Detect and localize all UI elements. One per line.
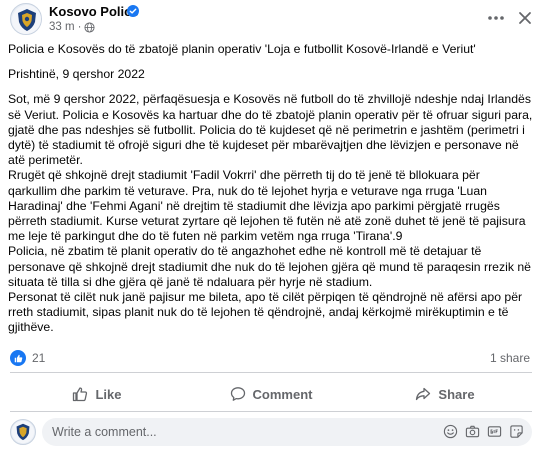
thumbs-up-icon [14,354,22,362]
share-label: Share [438,386,475,402]
post-time[interactable]: 33 m [49,21,75,33]
reactions[interactable]: 21 [10,350,45,366]
page-avatar[interactable] [10,3,42,35]
action-bar: Like Comment Share [10,379,532,409]
post-meta: 33 m · [49,21,95,33]
camera-icon[interactable] [465,424,480,439]
thumbs-up-outline-icon [73,387,88,402]
comment-placeholder: Write a comment... [52,425,157,439]
police-logo-icon [11,420,35,444]
post-header: Kosovo Police 33 m · [0,0,542,40]
police-logo-icon [12,5,41,34]
like-reaction-icon [10,350,26,366]
globe-icon [84,21,95,33]
meta-separator: · [77,21,82,33]
page-name[interactable]: Kosovo Police [49,4,139,19]
comment-tools [443,424,524,439]
post-dateline: Prishtinë, 9 qershor 2022 [8,67,145,82]
divider [10,372,532,373]
comment-label: Comment [252,386,313,402]
post-text: Policia e Kosovës do të zbatojë planin o… [8,42,536,336]
comment-button[interactable]: Comment [184,379,358,409]
post-title: Policia e Kosovës do të zbatojë planin o… [8,42,476,56]
like-label: Like [95,386,122,402]
share-button[interactable]: Share [358,379,532,409]
verified-badge-icon [127,5,139,17]
comment-bubble-icon [230,387,245,401]
share-arrow-icon [416,387,431,401]
like-button[interactable]: Like [10,379,184,409]
gif-icon[interactable] [487,424,502,439]
reaction-count: 21 [32,351,46,365]
divider [10,411,532,412]
comment-composer: Write a comment... [10,418,532,446]
user-avatar[interactable] [10,419,36,445]
comment-input[interactable]: Write a comment... [42,418,532,446]
sticker-icon[interactable] [509,424,524,439]
more-options-icon[interactable] [486,8,506,28]
emoji-icon[interactable] [443,424,458,439]
close-icon[interactable] [515,8,535,28]
share-count[interactable]: 1 share [490,351,530,365]
post-content: Sot, më 9 qershor 2022, përfaqësuesja e … [8,92,533,335]
reaction-summary: 21 1 share [10,350,530,368]
